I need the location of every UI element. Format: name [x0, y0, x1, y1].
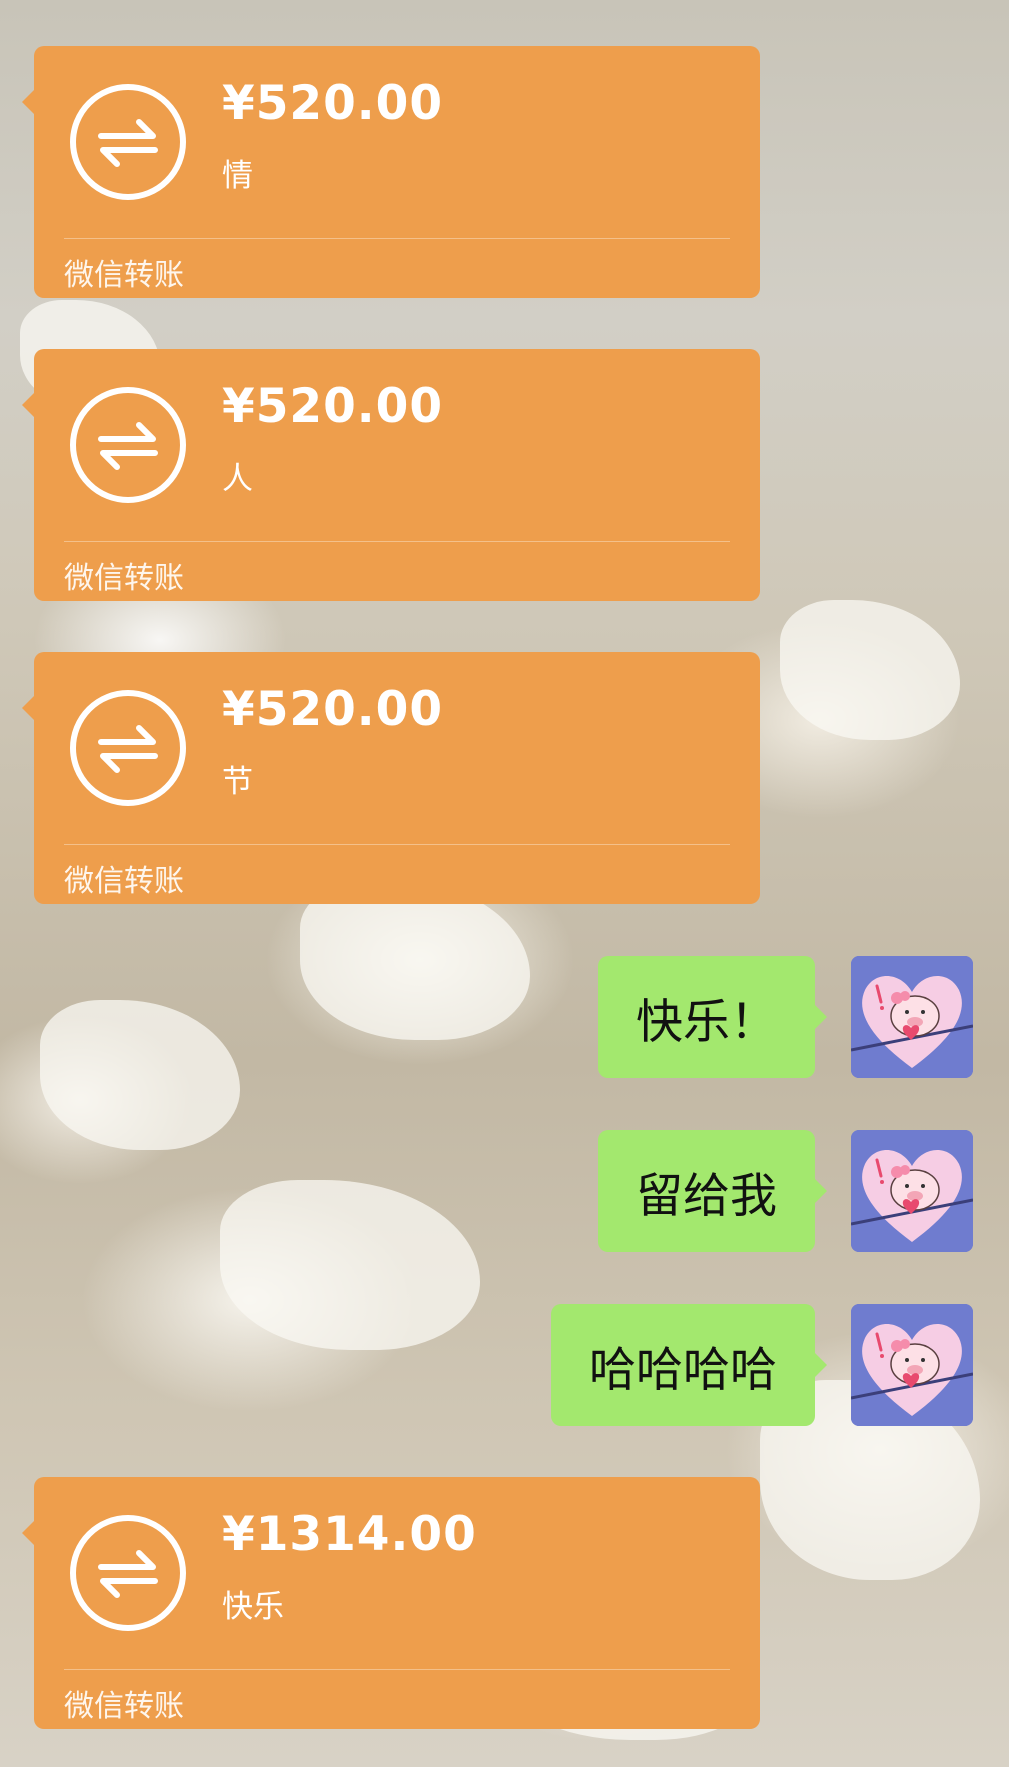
transfer-divider — [64, 541, 730, 542]
sent-message-row: 留给我 — [598, 1130, 973, 1252]
transfer-amount: ¥520.00 — [222, 76, 444, 131]
transfer-note: 快乐 — [222, 1589, 284, 1625]
sent-message-row: 哈哈哈哈 — [551, 1304, 973, 1426]
transfer-message[interactable]: ¥520.00 人 微信转账 — [22, 349, 760, 601]
transfer-divider — [64, 238, 730, 239]
transfer-arrows-icon — [70, 690, 186, 806]
sent-message-bubble[interactable]: 快乐！ — [598, 956, 827, 1078]
transfer-arrows-icon — [70, 387, 186, 503]
sent-message-bubble[interactable]: 哈哈哈哈 — [551, 1304, 827, 1426]
transfer-message[interactable]: ¥1314.00 快乐 微信转账 — [22, 1477, 760, 1729]
sent-message-row: 快乐！ — [598, 956, 973, 1078]
transfer-note: 情 — [222, 158, 253, 194]
transfer-amount: ¥520.00 — [222, 379, 444, 434]
pig-sticker-avatar[interactable] — [851, 1130, 973, 1252]
transfer-divider — [64, 1669, 730, 1670]
bg-shard — [780, 600, 960, 740]
transfer-divider — [64, 844, 730, 845]
transfer-footer: 微信转账 — [64, 258, 184, 293]
transfer-message[interactable]: ¥520.00 节 微信转账 — [22, 652, 760, 904]
bg-shard — [40, 1000, 240, 1150]
transfer-arrows-icon — [70, 1515, 186, 1631]
bg-shard — [300, 880, 530, 1040]
transfer-footer: 微信转账 — [64, 864, 184, 899]
transfer-amount: ¥520.00 — [222, 682, 444, 737]
transfer-footer: 微信转账 — [64, 1689, 184, 1724]
transfer-message[interactable]: ¥520.00 情 微信转账 — [22, 46, 760, 298]
transfer-amount: ¥1314.00 — [222, 1507, 477, 1562]
transfer-note: 人 — [222, 461, 253, 497]
transfer-footer: 微信转账 — [64, 561, 184, 596]
pig-sticker-avatar[interactable] — [851, 1304, 973, 1426]
bg-shard — [220, 1180, 480, 1350]
transfer-arrows-icon — [70, 84, 186, 200]
sent-message-bubble[interactable]: 留给我 — [598, 1130, 827, 1252]
transfer-note: 节 — [222, 764, 253, 800]
pig-sticker-avatar[interactable] — [851, 956, 973, 1078]
